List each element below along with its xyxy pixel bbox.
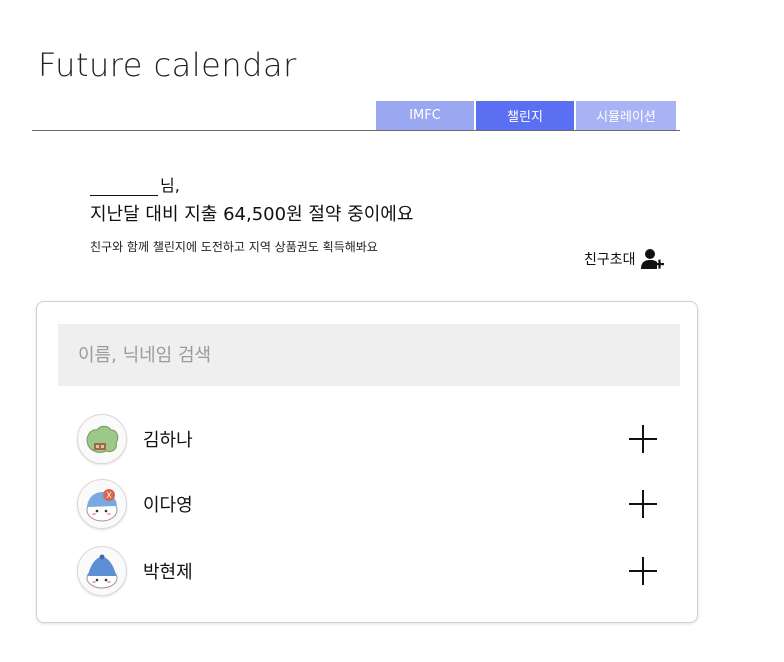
friend-row: 박현제 xyxy=(77,545,657,597)
friend-row: X 이다영 xyxy=(77,478,657,530)
svg-text:X: X xyxy=(106,491,112,500)
invite-friend-button[interactable]: 친구초대 xyxy=(584,248,664,270)
tab-simulation[interactable]: 시뮬레이션 xyxy=(576,101,676,130)
green-blob-avatar xyxy=(77,414,127,464)
friend-row: 김하나 xyxy=(77,413,657,465)
tab-bar: IMFC 챌린지 시뮬레이션 xyxy=(376,101,676,130)
savings-headline: 지난달 대비 지출 64,500원 절약 중이에요 xyxy=(90,204,414,225)
header-divider xyxy=(32,130,680,131)
username-blank xyxy=(90,177,158,196)
friend-list-card: 김하나 X 이다영 xyxy=(36,301,698,623)
greeting-name-line: 님, xyxy=(90,172,413,196)
blue-cap-avatar: X xyxy=(77,479,127,529)
add-friend-button[interactable] xyxy=(629,490,657,518)
friend-name: 이다영 xyxy=(143,495,193,516)
friend-name: 김하나 xyxy=(143,430,193,451)
challenge-subline: 친구와 함께 챌린지에 도전하고 지역 상품권도 획득해봐요 xyxy=(90,240,378,254)
tab-imfc[interactable]: IMFC xyxy=(376,101,474,130)
greeting-suffix: 님, xyxy=(160,176,180,195)
add-user-icon xyxy=(640,249,664,269)
friend-name: 박현제 xyxy=(143,562,193,583)
add-friend-button[interactable] xyxy=(629,557,657,585)
tab-challenge[interactable]: 챌린지 xyxy=(476,101,574,130)
search-input[interactable] xyxy=(58,324,680,386)
greeting-section: 님, 지난달 대비 지출 64,500원 절약 중이에요 친구와 함께 챌린지에… xyxy=(90,172,413,255)
invite-label: 친구초대 xyxy=(584,252,636,268)
blue-hat-avatar xyxy=(77,546,127,596)
app-title: Future calendar xyxy=(38,46,297,84)
add-friend-button[interactable] xyxy=(629,425,657,453)
